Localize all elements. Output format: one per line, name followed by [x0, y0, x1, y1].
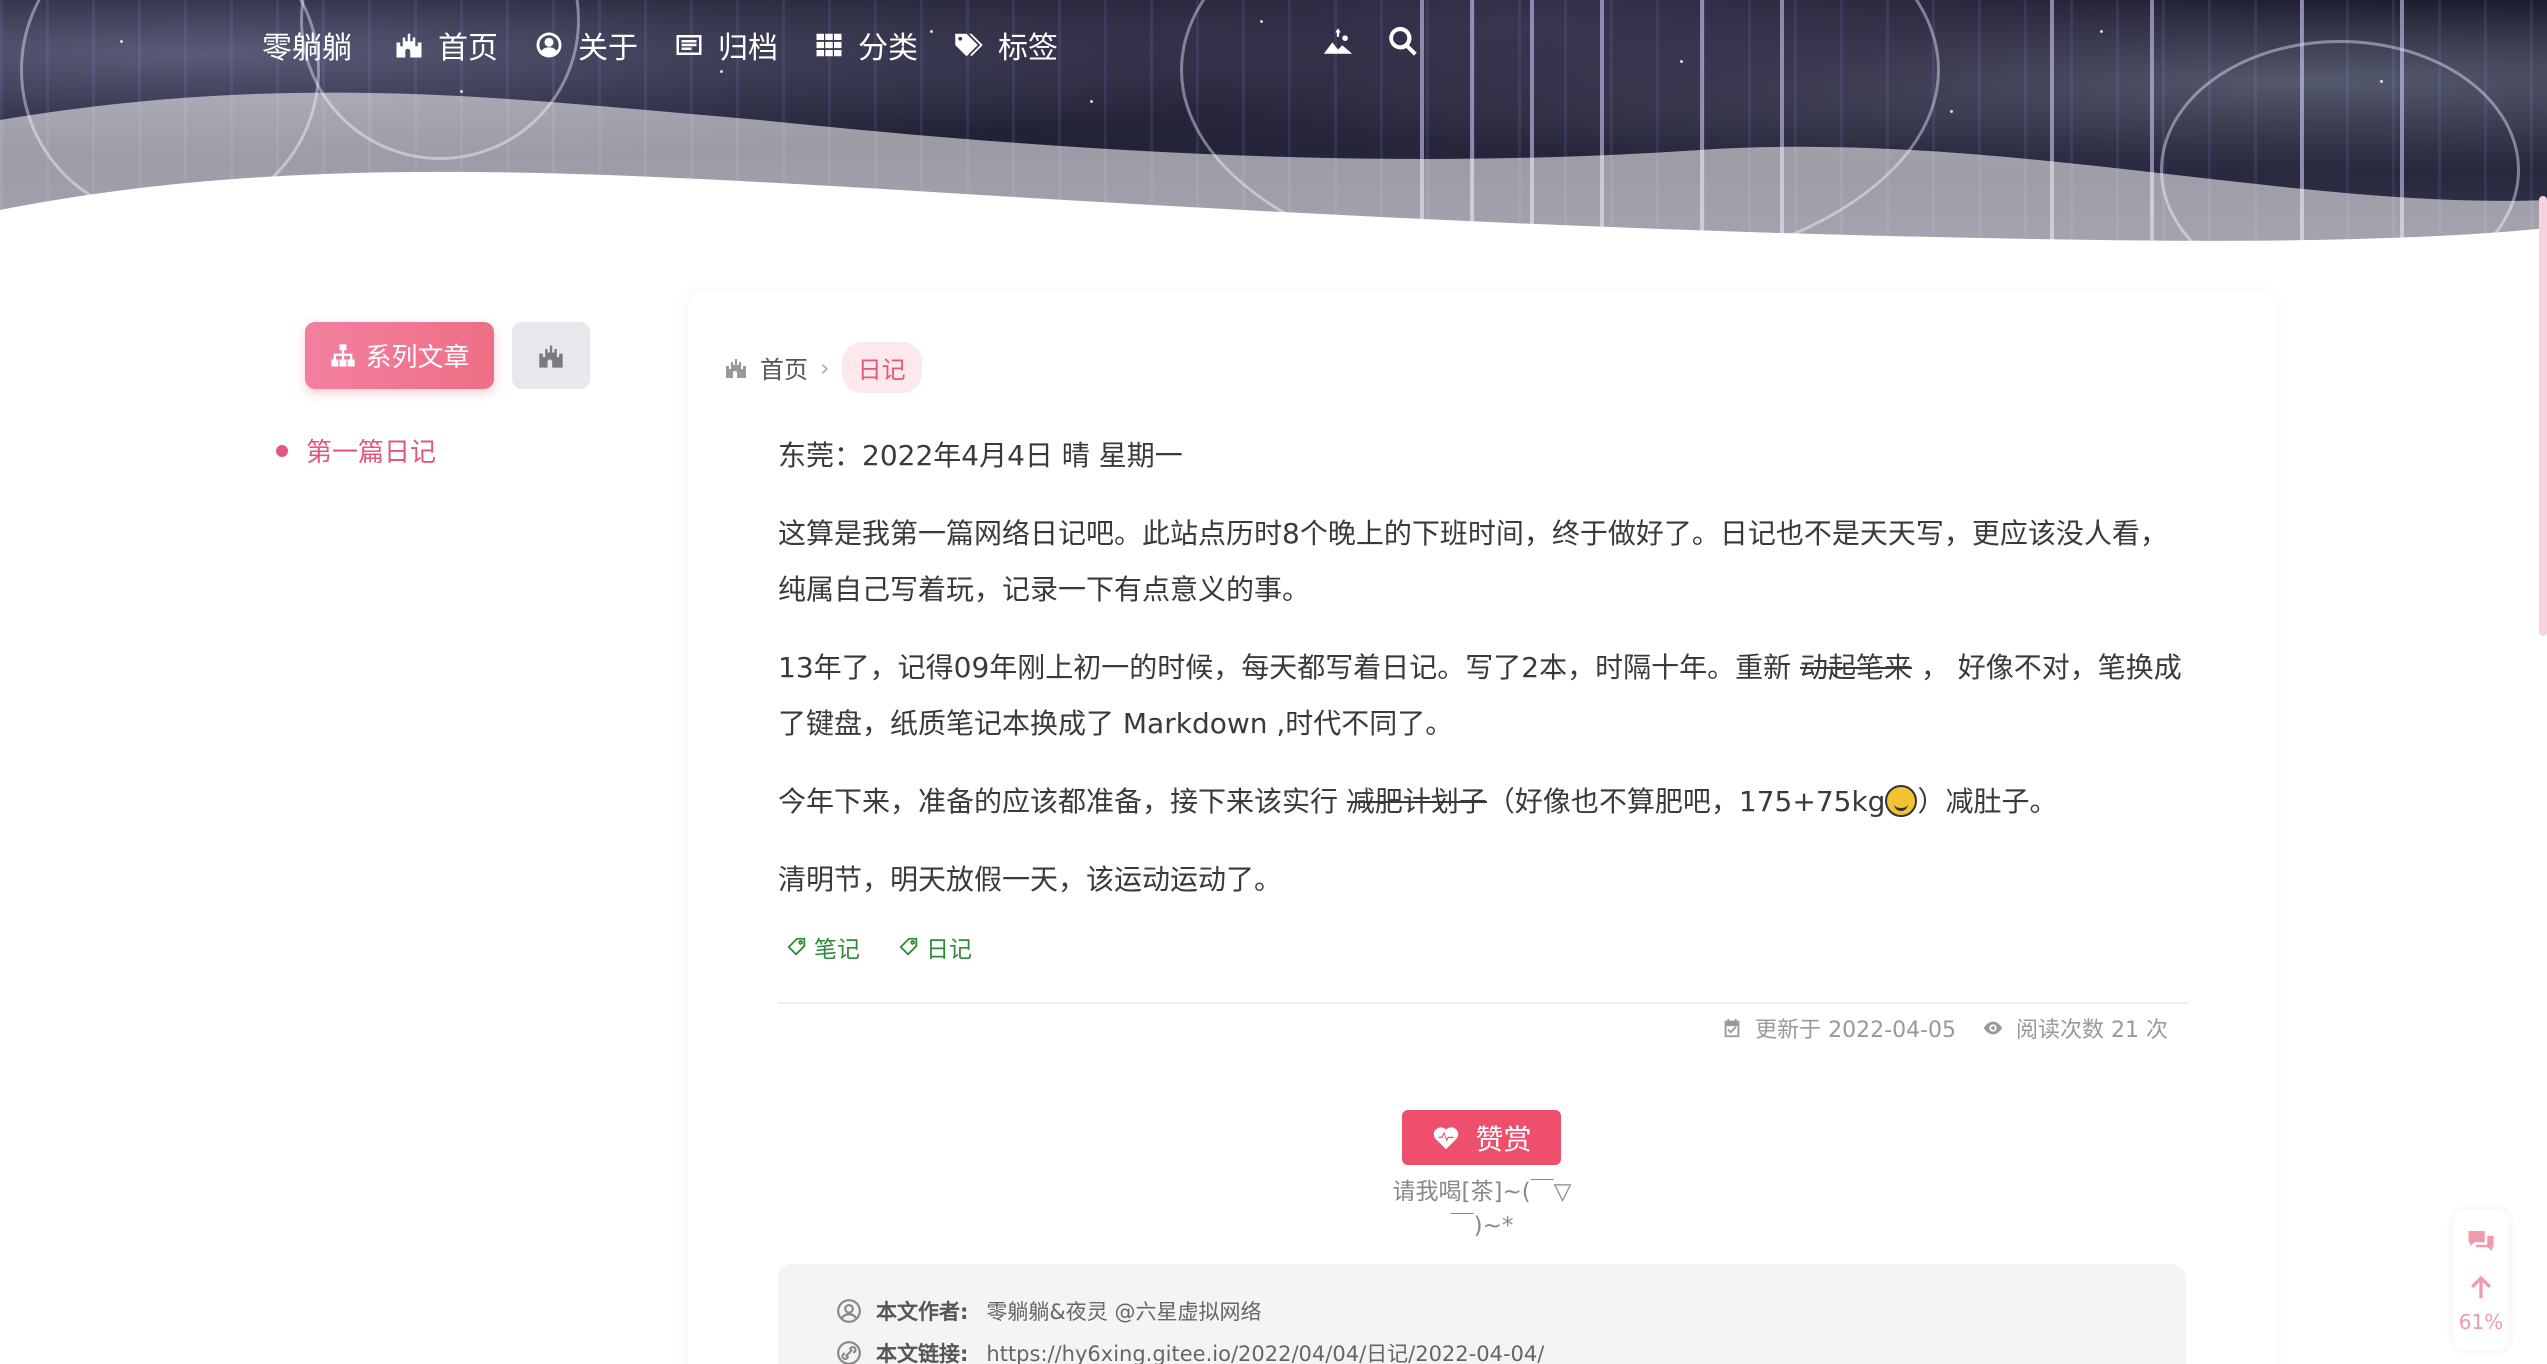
nav-item-home[interactable]: 首页: [394, 23, 498, 67]
article-paragraph: 13年了，记得09年刚上初一的时候，每天都写着日记。写了2本，时隔十年。重新 动…: [778, 640, 2188, 752]
site-brand[interactable]: 零躺躺: [262, 23, 352, 67]
landscape-icon[interactable]: [1321, 24, 1355, 58]
article-body: 东莞：2022年4月4日 晴 星期一 这算是我第一篇网络日记吧。此站点历时8个晚…: [778, 428, 2188, 930]
series-item-label: 第一篇日记: [306, 438, 437, 468]
series-item[interactable]: 第一篇日记: [276, 432, 436, 469]
banner-wave: [0, 92, 2547, 270]
castle-icon: [726, 358, 746, 378]
nav-item-label: 首页: [438, 31, 498, 66]
nav-item-about[interactable]: 关于: [534, 23, 638, 67]
post-meta: 更新于 2022-04-05 阅读次数 21 次: [1721, 1012, 2168, 1044]
eye-icon: [1983, 1021, 2003, 1035]
post-tags: 笔记 日记: [786, 930, 1010, 964]
reward-button[interactable]: 赞赏: [1402, 1110, 1561, 1165]
article-paragraph: 这算是我第一篇网络日记吧。此站点历时8个晚上的下班时间，终于做好了。日记也不是天…: [778, 517, 2168, 606]
updated-date: 更新于 2022-04-05: [1755, 1018, 1957, 1043]
nav-item-category[interactable]: 分类: [814, 23, 918, 67]
series-tab-label: 系列文章: [365, 343, 470, 373]
text-run: 13年了，记得09年刚上初一的时候，每天都写着日记。写了2本，时隔十年。重新: [778, 651, 1800, 684]
copyright-author-value: 零躺躺&夜灵 @六星虚拟网络: [986, 1300, 1262, 1324]
floating-toolbar: 61%: [2453, 1210, 2509, 1350]
breadcrumb: 首页 › 日记: [724, 342, 922, 393]
sidebar-tabs: 系列文章: [305, 322, 590, 389]
text-run: 今年下来，准备的应该都准备，接下来该实行: [778, 785, 1347, 818]
nav-item-label: 标签: [998, 31, 1058, 66]
scroll-percent: 61%: [2458, 1310, 2504, 1334]
article-paragraph: 清明节，明天放假一天，该运动运动了。: [778, 863, 1283, 896]
page: 零躺躺 首页 关于 归档 分类 标签 系列文章 第一篇日记 首页 › 日记 东莞…: [0, 0, 2547, 1364]
sitemap-icon: [331, 343, 356, 366]
breadcrumb-home[interactable]: 首页: [760, 350, 808, 385]
divider: [778, 1002, 2188, 1004]
series-list: 第一篇日记: [276, 432, 436, 469]
archive-icon: [676, 35, 702, 55]
reward-label: 赞赏: [1475, 1122, 1532, 1156]
copyright-author-row: 本文作者: 零躺躺&夜灵 @六星虚拟网络: [836, 1296, 1261, 1326]
nav-item-archive[interactable]: 归档: [674, 23, 778, 67]
tag-label: 日记: [926, 937, 972, 963]
tag-icon: [787, 937, 806, 956]
view-count: 阅读次数 21 次: [2016, 1018, 2168, 1043]
sidebar-home-tab[interactable]: [512, 322, 590, 389]
article-date-line: 东莞：2022年4月4日 晴 星期一: [778, 439, 1183, 472]
comments-icon[interactable]: [2466, 1226, 2496, 1256]
laughing-emoji-icon: [1885, 785, 1918, 817]
breadcrumb-current[interactable]: 日记: [841, 342, 922, 393]
scrollbar[interactable]: [2539, 196, 2547, 636]
castle-icon: [539, 345, 563, 368]
heartbeat-icon: [1434, 1126, 1459, 1149]
tag-label: 笔记: [814, 937, 860, 963]
text-run: （好像也不算肥吧，175+75kg: [1486, 785, 1886, 818]
link-icon: [837, 1341, 861, 1364]
copyright-link-row: 本文链接: https://hy6xing.gitee.io/2022/04/0…: [836, 1338, 1544, 1364]
search-icon[interactable]: [1386, 24, 1420, 58]
castle-icon: [396, 33, 422, 58]
arrow-up-icon[interactable]: [2466, 1272, 2496, 1302]
copyright-link-key: 本文链接:: [876, 1342, 969, 1364]
series-articles-tab[interactable]: 系列文章: [305, 322, 494, 389]
tag-icon: [899, 937, 918, 956]
bullet-dot: [276, 444, 288, 457]
tag-link[interactable]: 笔记: [786, 930, 860, 964]
copyright-author-key: 本文作者:: [876, 1300, 969, 1324]
strikethrough-text: 减肥计划子: [1346, 785, 1487, 818]
tags-icon: [955, 33, 983, 57]
article-paragraph: 今年下来，准备的应该都准备，接下来该实行 减肥计划子（好像也不算肥吧，175+7…: [778, 774, 2188, 830]
nav-item-tags[interactable]: 标签: [954, 23, 1058, 67]
user-circle-icon: [536, 32, 562, 58]
user-circle-icon: [837, 1299, 861, 1323]
calendar-check-icon: [1724, 1018, 1740, 1038]
nav-item-label: 归档: [718, 31, 778, 66]
chevron-right-icon: ›: [820, 353, 830, 382]
tag-link[interactable]: 日记: [898, 930, 972, 964]
nav-item-label: 分类: [858, 31, 918, 66]
copyright-link-value[interactable]: https://hy6xing.gitee.io/2022/04/04/日记/2…: [986, 1338, 1544, 1364]
strikethrough-text: 动起笔来: [1799, 651, 1912, 684]
grid-icon: [816, 33, 842, 57]
nav-item-label: 关于: [578, 31, 638, 66]
top-nav: 零躺躺 首页 关于 归档 分类 标签: [262, 22, 1094, 68]
text-run: ）减肚子。: [1917, 785, 2058, 818]
reward-note: 请我喝[茶]~(￣▽￣)~*: [1392, 1179, 1572, 1239]
